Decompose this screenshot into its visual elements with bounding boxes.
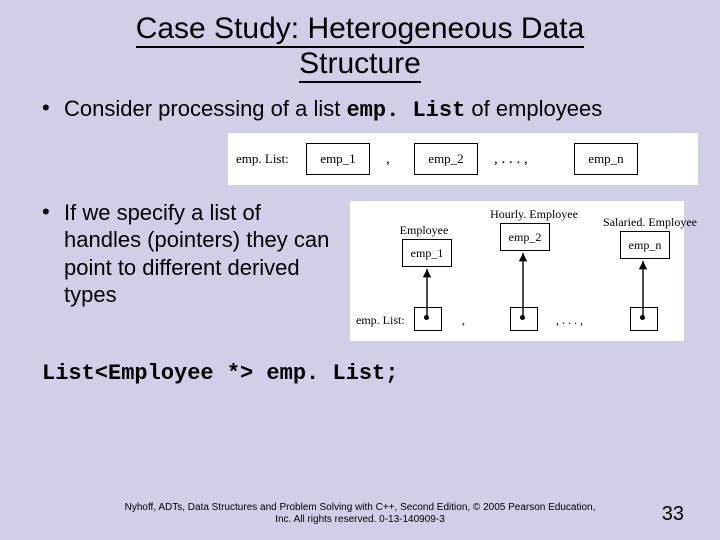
bullet-marker: • [42,199,64,309]
page-number: 33 [662,503,684,526]
bullet-2-text: If we specify a list of handles (pointer… [64,199,342,309]
d1-label: emp. List: [236,151,289,167]
footer: Nyhoff, ADTs, Data Structures and Proble… [0,502,720,526]
d2-arrows [350,201,684,341]
d1-box-2: emp_2 [414,143,478,175]
title-line2: Structure [299,47,421,80]
diagram-array: emp. List: emp_1 , emp_2 , . . . , emp_n [228,133,698,185]
bullet1-post: of employees [465,96,602,121]
bullet-marker: • [42,95,64,125]
d1-box-1: emp_1 [306,143,370,175]
slide-body: • Consider processing of a list emp. Lis… [0,85,720,341]
slide-title: Case Study: Heterogeneous Data Structure [0,0,720,85]
footer-citation: Nyhoff, ADTs, Data Structures and Proble… [0,502,720,526]
d1-sep1: , [386,151,390,168]
row-2: • If we specify a list of handles (point… [42,199,684,341]
bullet1-code: emp. List [346,98,465,123]
d1-sep2: , . . . , [494,151,528,168]
bullet-1-text: Consider processing of a list emp. List … [64,95,602,125]
title-line1: Case Study: Heterogeneous Data [136,12,585,45]
bullet1-pre: Consider processing of a list [64,96,346,121]
diagram-pointers: Employee Hourly. Employee Salaried. Empl… [350,201,684,341]
bullet-2: • If we specify a list of handles (point… [42,199,342,309]
d1-box-3: emp_n [574,143,638,175]
bullet-1: • Consider processing of a list emp. Lis… [42,95,684,125]
code-declaration: List<Employee *> emp. List; [42,361,720,386]
